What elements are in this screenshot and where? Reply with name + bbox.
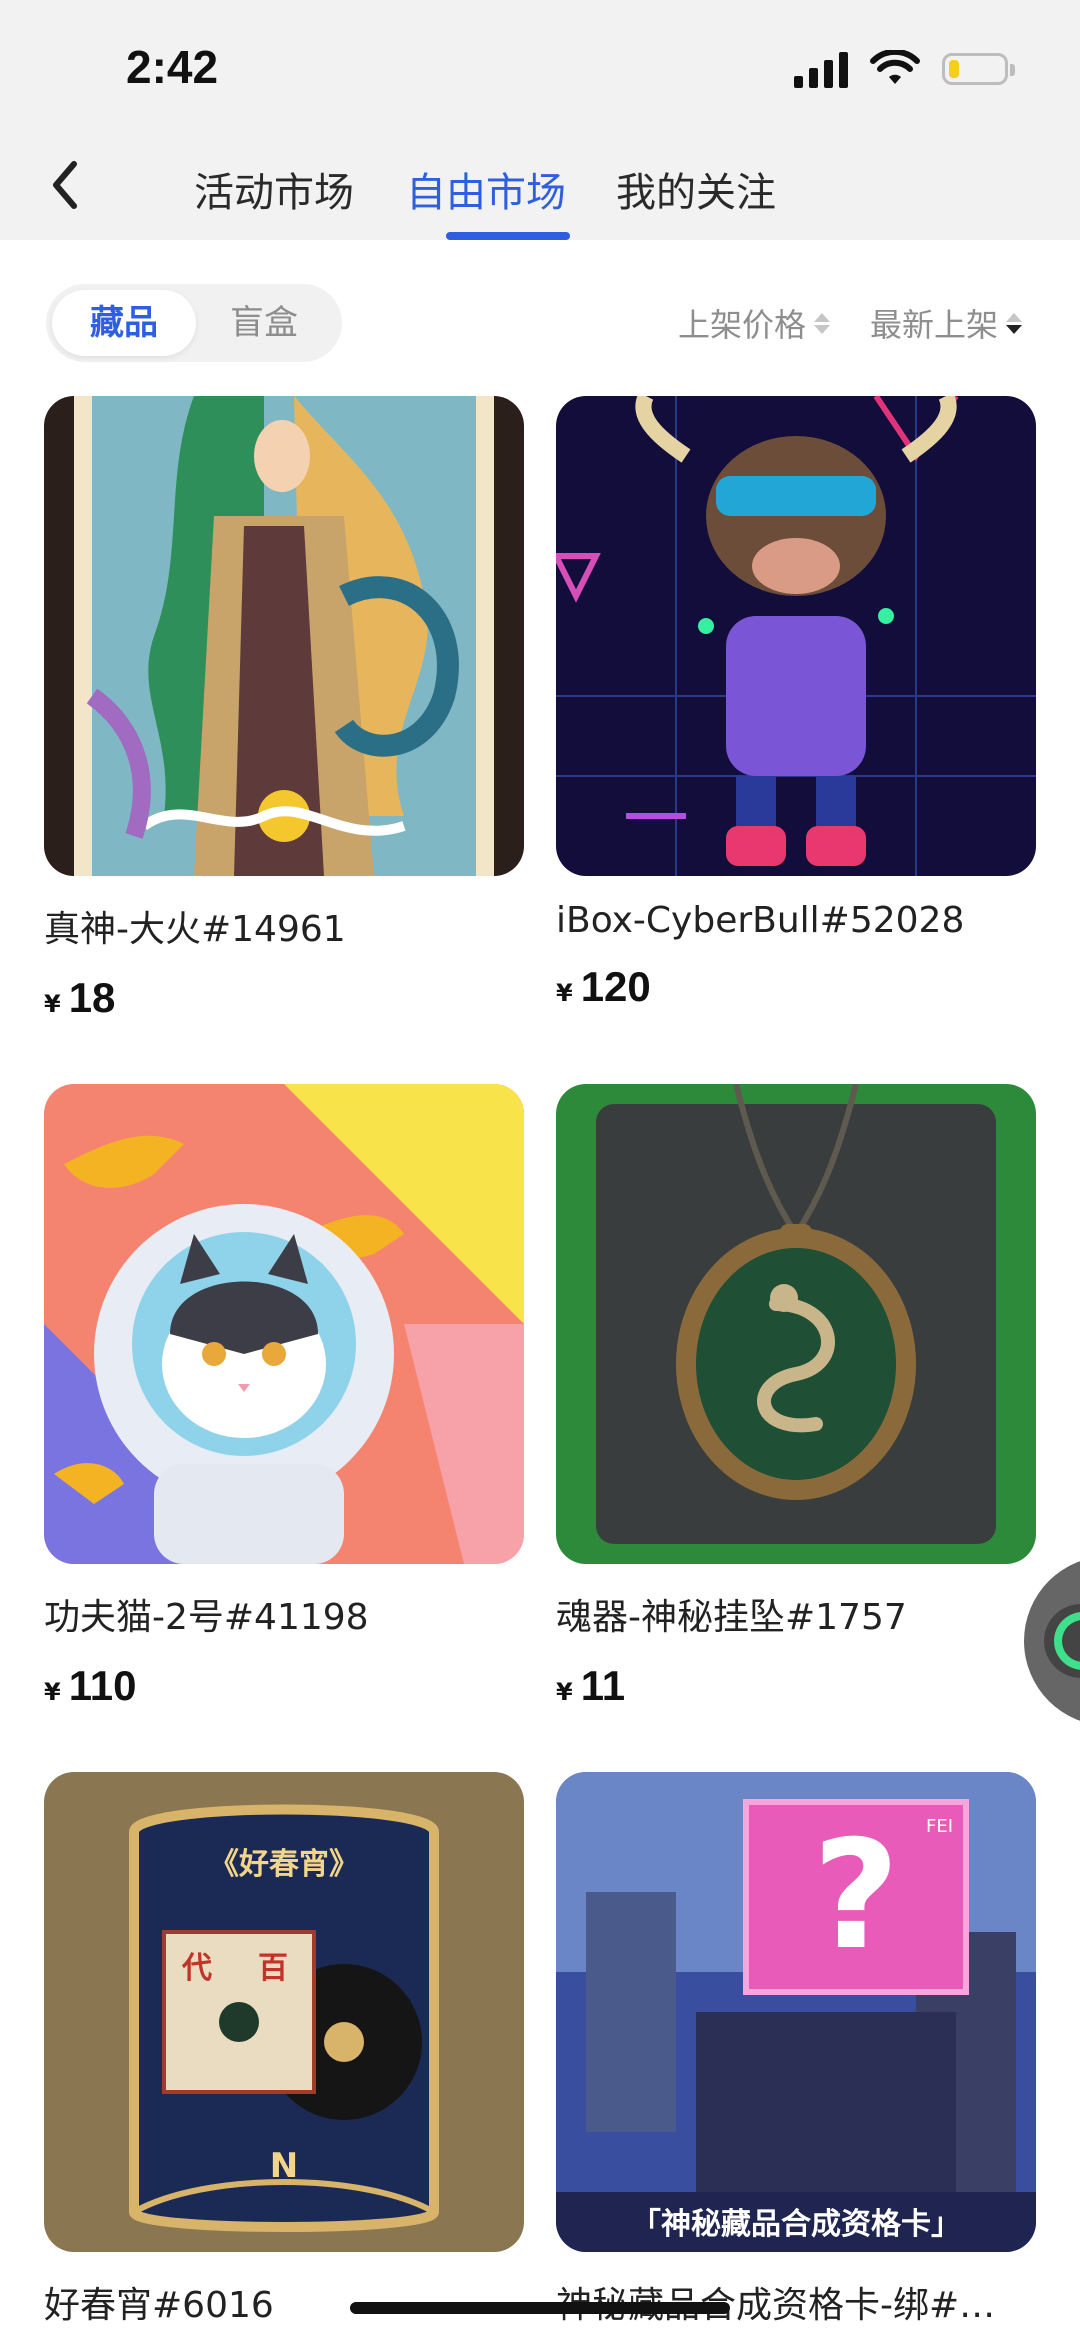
status-bar: 2:42 bbox=[0, 0, 1080, 140]
sort-by-newest[interactable]: 最新上架 bbox=[870, 300, 1023, 346]
product-price: ¥ 110 bbox=[44, 1662, 524, 1710]
product-title: 真神-大火#14961 bbox=[44, 909, 346, 950]
top-header: 2:42 活动市场 自由市场 我的关注 bbox=[0, 0, 1080, 240]
market-tabs: 活动市场 自由市场 我的关注 bbox=[0, 150, 1080, 240]
status-icons bbox=[794, 50, 1015, 88]
segment-blind-box[interactable]: 盲盒 bbox=[192, 290, 336, 356]
product-title: 魂器-神秘挂坠#1757 bbox=[556, 1597, 907, 1638]
svg-text:?: ? bbox=[812, 1809, 899, 1983]
product-card[interactable]: iBox-CyberBull#52028 ¥ 120 bbox=[556, 396, 1036, 1011]
price-value: 11 bbox=[580, 1662, 626, 1709]
currency-symbol: ¥ bbox=[44, 990, 61, 1018]
tab-activity-market[interactable]: 活动市场 bbox=[194, 160, 354, 218]
product-card[interactable]: 魂器-神秘挂坠#1757 ¥ 11 bbox=[556, 1084, 1036, 1710]
wifi-icon bbox=[870, 50, 920, 84]
battery-icon bbox=[942, 53, 1015, 85]
tab-my-follows[interactable]: 我的关注 bbox=[616, 160, 776, 218]
sort-arrows-icon bbox=[814, 312, 831, 334]
product-title: 功夫猫-2号#41198 bbox=[44, 1597, 369, 1638]
product-title: iBox-CyberBull#52028 bbox=[556, 900, 965, 941]
product-image[interactable]: ? FEI 「神秘藏品合成资格卡」 bbox=[556, 1772, 1036, 2252]
mystery-card-artwork-image: ? FEI 「神秘藏品合成资格卡」 bbox=[556, 1772, 1036, 2252]
product-card[interactable]: 功夫猫-2号#41198 ¥ 110 bbox=[44, 1084, 524, 1710]
sort-arrows-icon bbox=[1006, 312, 1023, 334]
product-price: ¥ 120 bbox=[556, 963, 1036, 1011]
product-image[interactable] bbox=[556, 1084, 1036, 1564]
sort-price-label: 上架价格 bbox=[678, 306, 807, 344]
tab-free-market[interactable]: 自由市场 bbox=[406, 160, 566, 218]
currency-symbol: ¥ bbox=[556, 1678, 573, 1706]
category-toggle: 藏品 盲盒 bbox=[46, 284, 342, 362]
record-badge-left: 代 bbox=[181, 1951, 212, 1986]
astronaut-cat-artwork-image bbox=[44, 1084, 524, 1564]
serpent-pendant-artwork-image bbox=[556, 1084, 1036, 1564]
vinyl-record-artwork-image: 代 百 《好春宵》 N bbox=[44, 1772, 524, 2252]
price-value: 110 bbox=[68, 1662, 137, 1709]
card-caption-text: 「神秘藏品合成资格卡」 bbox=[631, 2207, 961, 2242]
record-title-text: 《好春宵》 bbox=[209, 1847, 359, 1882]
status-time: 2:42 bbox=[126, 41, 219, 93]
product-image[interactable] bbox=[44, 1084, 524, 1564]
active-tab-indicator bbox=[446, 232, 570, 240]
product-card[interactable]: 真神-大火#14961 ¥ 18 bbox=[44, 396, 524, 1022]
product-card[interactable]: 代 百 《好春宵》 N 好春宵#6016 bbox=[44, 1772, 524, 2328]
screen-sign-text: FEI bbox=[926, 1816, 953, 1837]
price-value: 120 bbox=[580, 963, 651, 1010]
product-card[interactable]: ? FEI 「神秘藏品合成资格卡」 神秘藏品合成资格卡-绑#… bbox=[556, 1772, 1036, 2328]
product-image[interactable] bbox=[556, 396, 1036, 876]
currency-symbol: ¥ bbox=[44, 1678, 61, 1706]
price-value: 18 bbox=[68, 974, 116, 1021]
home-indicator bbox=[350, 2302, 730, 2314]
product-price: ¥ 11 bbox=[556, 1662, 1036, 1710]
product-image[interactable]: 代 百 《好春宵》 N bbox=[44, 1772, 524, 2252]
product-image[interactable] bbox=[44, 396, 524, 876]
currency-symbol: ¥ bbox=[556, 979, 573, 1007]
record-badge-right: 百 bbox=[258, 1951, 288, 1986]
sort-by-price[interactable]: 上架价格 bbox=[678, 300, 831, 346]
product-price: ¥ 18 bbox=[44, 974, 524, 1022]
sort-newest-label: 最新上架 bbox=[870, 306, 999, 344]
segment-collectibles[interactable]: 藏品 bbox=[52, 290, 196, 356]
signal-icon bbox=[794, 50, 848, 88]
dragon-goddess-artwork-image bbox=[44, 396, 524, 876]
cyber-bull-artwork-image bbox=[556, 396, 1036, 876]
